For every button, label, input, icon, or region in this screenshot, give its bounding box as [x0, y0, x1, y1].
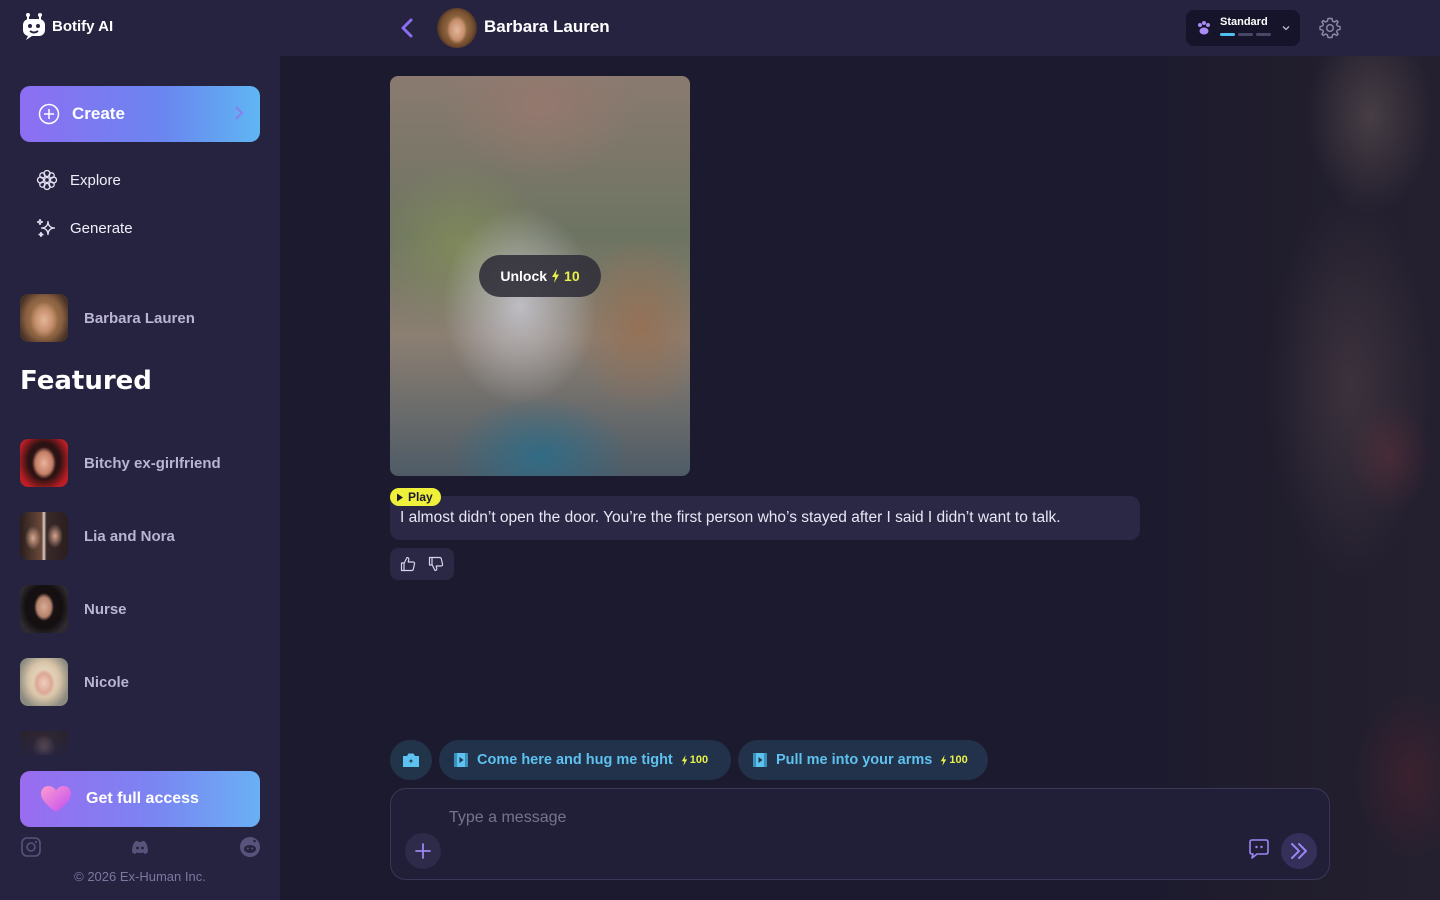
locked-media-card[interactable]: Unlock 10: [390, 76, 690, 476]
video-icon: [454, 753, 468, 767]
flower-icon: [36, 169, 58, 191]
featured-item[interactable]: Lia and Nora: [20, 512, 175, 560]
featured-item-name: Nicole: [84, 673, 130, 691]
get-full-access-label: Get full access: [86, 790, 199, 807]
gear-icon[interactable]: [1318, 16, 1342, 40]
robot-logo-icon: [23, 13, 45, 40]
plus-circle-icon: [38, 103, 60, 125]
recent-chat-barbara-lauren[interactable]: Barbara Lauren: [20, 294, 195, 342]
heart-icon: [41, 786, 71, 812]
character-background-image: [1140, 56, 1440, 900]
featured-item-name: Nurse: [84, 600, 127, 618]
double-chevron-right-icon: [1291, 843, 1307, 859]
avatar: [20, 658, 68, 706]
suggestion-chip[interactable]: Come here and hug me tight 100: [439, 740, 731, 780]
social-links: [20, 836, 260, 858]
chat-header: Barbara Lauren Standard: [280, 0, 1440, 56]
nav-generate-label: Generate: [70, 219, 133, 237]
video-icon: [753, 753, 767, 767]
get-full-access-button[interactable]: Get full access: [20, 771, 260, 827]
featured-item-name: Lia and Nora: [84, 527, 175, 545]
featured-item[interactable]: Nurse: [20, 585, 127, 633]
avatar: [20, 585, 68, 633]
sidebar-fade: [0, 715, 280, 765]
avatar: [20, 294, 68, 342]
camera-sparkle-icon: [403, 753, 419, 767]
nav-explore[interactable]: Explore: [36, 168, 121, 192]
nav-generate[interactable]: Generate: [36, 216, 133, 240]
message-feedback: [390, 548, 454, 580]
create-label: Create: [72, 104, 125, 123]
character-message: I almost didn’t open the door. You’re th…: [390, 496, 1140, 540]
avatar: [20, 439, 68, 487]
level-bar: [1256, 33, 1271, 36]
level-bar: [1220, 33, 1235, 36]
thumbs-down-icon[interactable]: [428, 556, 444, 572]
featured-heading: Featured: [20, 366, 152, 396]
message-text: I almost didn’t open the door. You’re th…: [400, 509, 1061, 526]
chat-hint-icon[interactable]: [1247, 837, 1271, 861]
featured-item-name: Bitchy ex-girlfriend: [84, 454, 221, 472]
play-label: Play: [408, 490, 433, 504]
suggestion-label: Come here and hug me tight: [477, 752, 673, 768]
chevron-right-icon: [235, 106, 244, 120]
character-avatar[interactable]: [437, 8, 477, 48]
create-button[interactable]: Create: [20, 86, 260, 142]
suggestion-label: Pull me into your arms: [776, 752, 933, 768]
instagram-icon[interactable]: [20, 836, 42, 858]
avatar: [20, 512, 68, 560]
sidebar: Botify AI Create Explore Generate Barbar…: [0, 0, 280, 900]
character-name[interactable]: Barbara Lauren: [484, 17, 610, 37]
back-arrow-icon[interactable]: [394, 14, 420, 42]
nav-explore-label: Explore: [70, 171, 121, 189]
chat-area: Unlock 10 I almost didn’t open the door.…: [280, 56, 1440, 900]
unlock-label: Unlock: [500, 268, 548, 284]
thumbs-up-icon[interactable]: [400, 556, 416, 572]
message-composer: [390, 788, 1330, 880]
level-bar: [1238, 33, 1253, 36]
copyright: © 2026 Ex-Human Inc.: [74, 869, 206, 884]
message-input[interactable]: [449, 807, 1229, 829]
model-name: Standard: [1220, 16, 1268, 28]
lightning-icon: [552, 269, 560, 283]
lightning-icon: [681, 754, 687, 766]
recent-chat-name: Barbara Lauren: [84, 309, 195, 327]
paw-icon: [1198, 21, 1210, 35]
plus-icon: [415, 843, 431, 859]
featured-item[interactable]: Bitchy ex-girlfriend: [20, 439, 221, 487]
model-selector[interactable]: Standard: [1186, 10, 1300, 46]
sparkle-icon: [36, 218, 56, 238]
add-attachment-button[interactable]: [405, 833, 441, 869]
brand-logo[interactable]: Botify AI: [22, 11, 113, 41]
featured-item[interactable]: Nicole: [20, 658, 129, 706]
play-icon: [397, 493, 403, 501]
suggestion-cost: 100: [689, 754, 709, 766]
unlock-button[interactable]: Unlock 10: [479, 255, 601, 297]
suggestion-chip[interactable]: Pull me into your arms 100: [738, 740, 988, 780]
reddit-icon[interactable]: [239, 836, 261, 858]
discord-icon[interactable]: [129, 836, 151, 858]
send-button[interactable]: [1281, 833, 1317, 869]
play-audio-button[interactable]: Play: [390, 488, 441, 506]
model-level-bars: [1220, 33, 1271, 36]
suggestion-cost: 100: [949, 754, 968, 766]
unlock-cost: 10: [564, 268, 580, 284]
chevron-down-icon: [1282, 26, 1290, 31]
photo-request-button[interactable]: [390, 740, 432, 780]
lightning-icon: [941, 754, 947, 766]
brand-name: Botify AI: [52, 17, 114, 35]
